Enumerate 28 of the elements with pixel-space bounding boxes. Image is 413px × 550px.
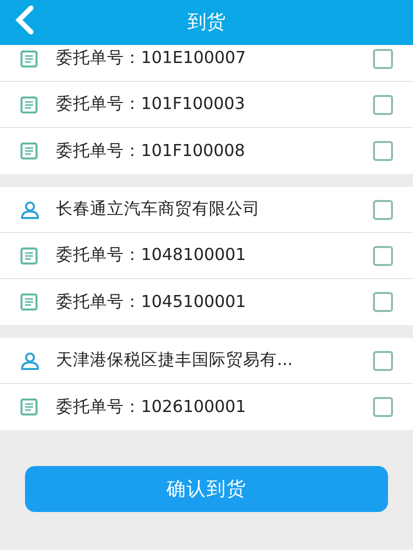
order-number: 委托单号：101E100007 [56, 47, 247, 70]
document-icon [20, 142, 38, 160]
checkbox[interactable] [373, 94, 393, 114]
document-icon [20, 246, 38, 264]
checkbox[interactable] [373, 48, 393, 68]
checkbox[interactable] [373, 246, 393, 266]
order-number: 委托单号：1026100001 [56, 396, 247, 418]
document-icon [20, 50, 38, 68]
checkbox[interactable] [373, 350, 393, 370]
back-button[interactable] [14, 4, 36, 36]
order-number: 委托单号：101F100003 [56, 93, 246, 116]
document-icon [20, 398, 38, 416]
person-icon [20, 200, 40, 218]
person-icon [20, 352, 40, 370]
checkbox[interactable] [373, 397, 393, 417]
document-icon [20, 96, 38, 114]
page-title: 到货 [188, 10, 226, 36]
document-icon [20, 293, 38, 311]
confirm-button[interactable]: 确认到货 [25, 466, 388, 512]
checkbox[interactable] [373, 292, 393, 312]
back-icon [14, 4, 36, 36]
order-number: 委托单号：1045100001 [56, 290, 247, 313]
order-number: 委托单号：101F100008 [56, 140, 246, 162]
company-name: 长春通立汽车商贸有限公司 [56, 198, 261, 220]
checkbox[interactable] [373, 141, 393, 161]
checkbox[interactable] [373, 200, 393, 220]
company-name: 天津港保税区捷丰国际贸易有... [56, 349, 294, 372]
order-number: 委托单号：1048100001 [56, 244, 247, 266]
